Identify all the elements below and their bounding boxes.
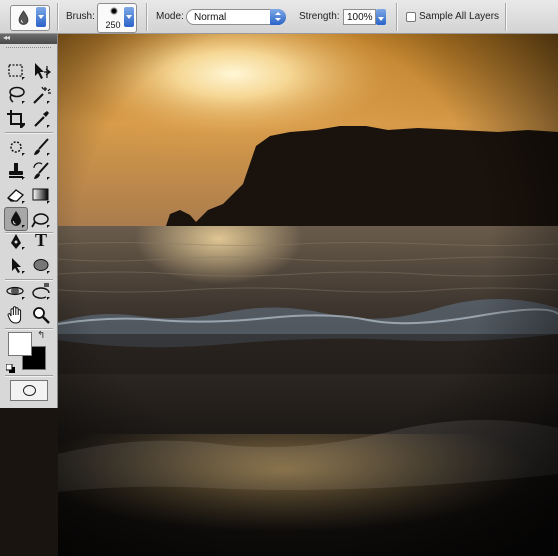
crop-icon bbox=[7, 110, 25, 128]
strength-label: Strength: bbox=[299, 11, 340, 22]
eyedropper-tool[interactable] bbox=[30, 108, 52, 130]
mode-value: Normal bbox=[194, 12, 227, 23]
pen-tool[interactable] bbox=[5, 230, 27, 252]
tool-preset-picker[interactable] bbox=[10, 5, 50, 31]
dodge-icon bbox=[31, 213, 50, 228]
tool-options-bar: Brush: 250 Mode: Normal Strength: 100% S… bbox=[0, 0, 558, 34]
document-canvas[interactable] bbox=[58, 34, 558, 556]
lasso-icon bbox=[9, 86, 25, 104]
magic-wand-tool[interactable] bbox=[30, 84, 52, 106]
brush-dropdown-arrow-icon[interactable] bbox=[124, 7, 134, 27]
ellipse-icon bbox=[33, 259, 50, 274]
foreground-color-swatch[interactable] bbox=[8, 332, 32, 356]
brush-tool[interactable] bbox=[30, 136, 52, 158]
separator bbox=[396, 3, 397, 31]
3d-orbit-tool[interactable] bbox=[30, 280, 52, 302]
spot-healing-icon bbox=[10, 141, 25, 156]
blur-drop-icon bbox=[18, 10, 29, 25]
path-selection-icon bbox=[12, 258, 25, 274]
toolbox-header[interactable]: ◂◂ bbox=[0, 33, 57, 44]
3d-orbit-icon bbox=[32, 283, 50, 300]
collapse-icon[interactable]: ◂◂ bbox=[3, 33, 10, 42]
eyedropper-icon bbox=[34, 111, 50, 128]
magic-wand-icon bbox=[33, 86, 51, 104]
move-tool[interactable] bbox=[30, 60, 52, 82]
toolbox-grip[interactable] bbox=[6, 47, 51, 52]
toolbox-divider bbox=[5, 132, 53, 133]
mode-select[interactable]: Normal bbox=[186, 9, 286, 25]
toolbox: ◂◂ T ↰ bbox=[0, 33, 58, 408]
sample-all-layers-checkbox[interactable] bbox=[406, 12, 416, 22]
separator bbox=[505, 3, 506, 31]
pen-icon bbox=[11, 234, 25, 250]
history-brush-tool[interactable] bbox=[30, 160, 52, 182]
blur-icon bbox=[11, 211, 25, 228]
tool-preset-dropdown-arrow-icon[interactable] bbox=[36, 7, 46, 27]
move-icon bbox=[35, 63, 51, 79]
brush-size: 250 bbox=[105, 20, 121, 30]
dodge-tool[interactable] bbox=[30, 208, 52, 230]
rectangular-marquee-tool[interactable] bbox=[5, 60, 27, 82]
zoom-tool[interactable] bbox=[30, 304, 52, 326]
default-colors-icon[interactable] bbox=[6, 364, 15, 373]
toolbox-divider bbox=[5, 328, 53, 329]
quick-mask-icon bbox=[23, 385, 36, 396]
eraser-icon bbox=[7, 189, 25, 204]
strength-input[interactable]: 100% bbox=[343, 9, 376, 25]
strength-dropdown-arrow-icon[interactable] bbox=[376, 9, 386, 25]
zoom-icon bbox=[33, 307, 50, 324]
path-selection-tool[interactable] bbox=[5, 254, 27, 276]
sample-all-layers-label[interactable]: Sample All Layers bbox=[419, 11, 499, 22]
sunset-photo bbox=[58, 34, 558, 556]
swap-colors-icon[interactable]: ↰ bbox=[37, 330, 45, 341]
type-icon: T bbox=[35, 230, 48, 250]
separator bbox=[146, 3, 147, 31]
gradient-icon bbox=[32, 188, 50, 204]
eraser-tool[interactable] bbox=[5, 184, 27, 206]
3d-rotate-icon bbox=[6, 286, 25, 300]
crop-tool[interactable] bbox=[5, 108, 27, 130]
mode-stepper-icon[interactable] bbox=[270, 9, 286, 25]
3d-rotate-tool[interactable] bbox=[5, 280, 27, 302]
clone-stamp-tool[interactable] bbox=[5, 160, 27, 182]
type-tool[interactable]: T bbox=[30, 230, 52, 252]
gradient-tool[interactable] bbox=[30, 184, 52, 206]
hand-tool[interactable] bbox=[5, 304, 27, 326]
clone-stamp-icon bbox=[9, 163, 25, 180]
ellipse-tool[interactable] bbox=[30, 254, 52, 276]
quick-mask-button[interactable] bbox=[10, 380, 48, 401]
rectangular-marquee-icon bbox=[8, 64, 25, 80]
brush-icon bbox=[34, 138, 50, 156]
history-brush-icon bbox=[33, 162, 50, 180]
spot-healing-tool[interactable] bbox=[5, 136, 27, 158]
toolbox-divider bbox=[5, 375, 53, 376]
brush-tip-icon bbox=[110, 7, 118, 15]
separator bbox=[57, 3, 58, 31]
hand-icon bbox=[7, 306, 22, 324]
lasso-tool[interactable] bbox=[5, 84, 27, 106]
mode-label: Mode: bbox=[156, 11, 184, 22]
blur-tool[interactable] bbox=[4, 207, 28, 231]
brush-picker[interactable]: 250 bbox=[97, 3, 137, 33]
brush-label: Brush: bbox=[66, 11, 95, 22]
